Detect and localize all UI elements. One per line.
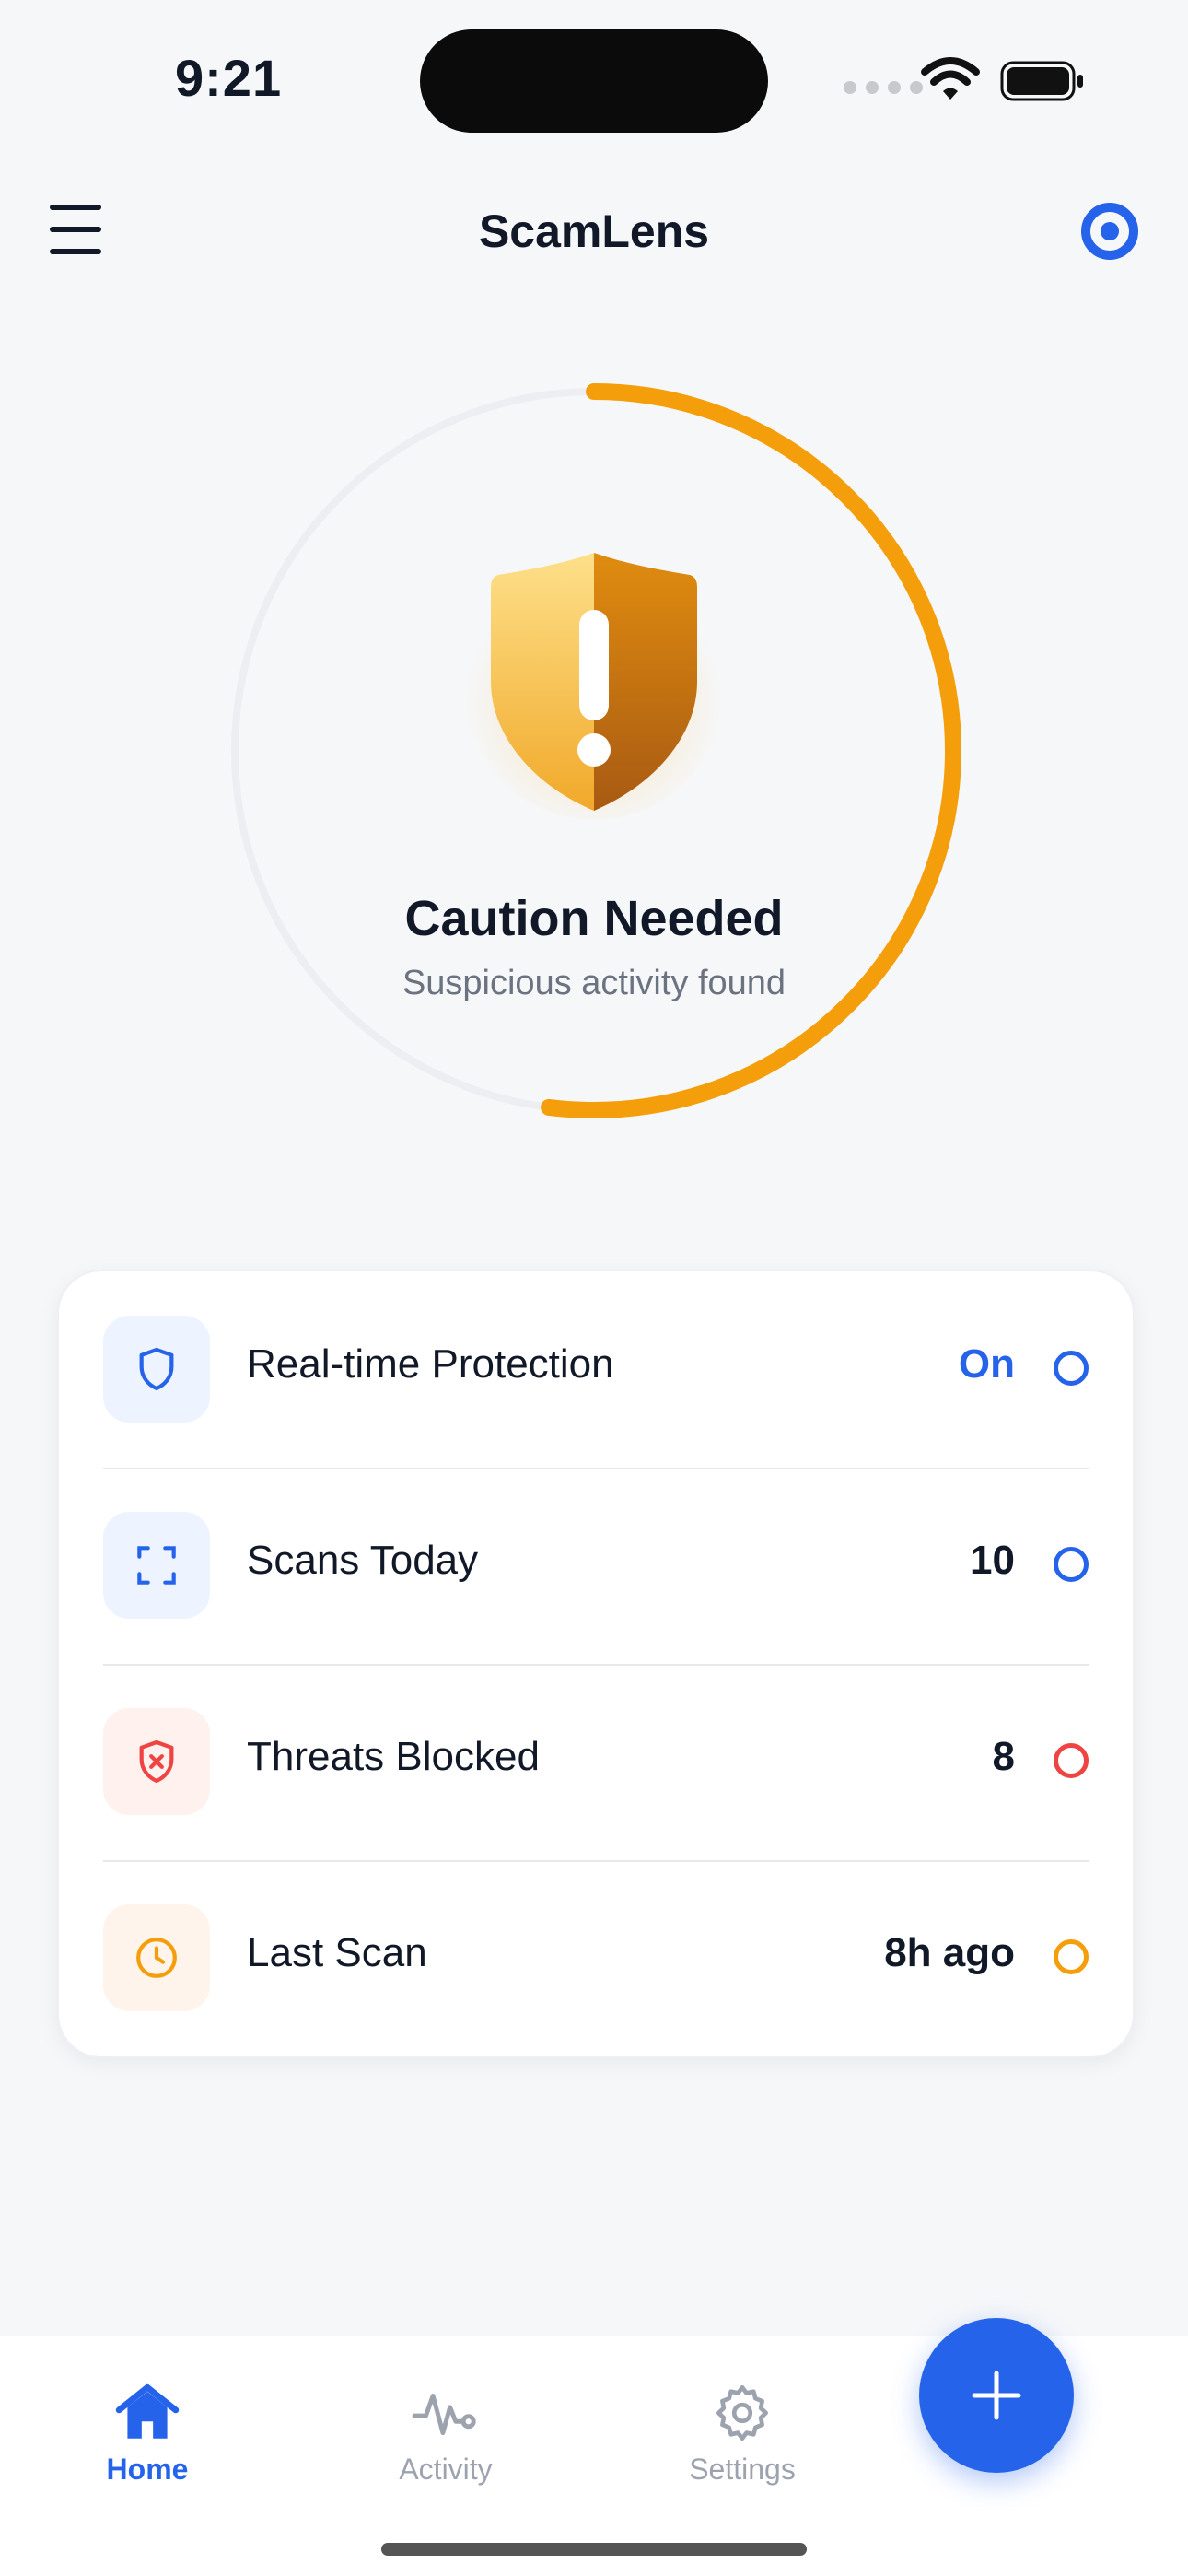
- stat-icon-container: [103, 1708, 210, 1815]
- nav-label: Activity: [399, 2453, 493, 2486]
- activity-icon: [412, 2394, 476, 2436]
- dynamic-island: [420, 29, 768, 133]
- shield-x-icon: [139, 1739, 174, 1784]
- stat-label: Scans Today: [247, 1538, 479, 1583]
- stat-row-scans-today[interactable]: Scans Today 10: [59, 1468, 1133, 1664]
- wifi-icon: [921, 57, 980, 100]
- stat-value: 8h ago: [884, 1930, 1015, 1975]
- stat-row-threats-blocked[interactable]: Threats Blocked 8: [59, 1664, 1133, 1860]
- stat-value: On: [958, 1341, 1015, 1387]
- status-dot: [1054, 1939, 1089, 1974]
- status-dot: [1054, 1743, 1089, 1778]
- stat-row-realtime-protection[interactable]: Real-time Protection On: [59, 1271, 1133, 1468]
- stat-label: Last Scan: [247, 1930, 427, 1975]
- status-subtitle: Suspicious activity found: [402, 964, 786, 1002]
- nav-settings[interactable]: Settings: [650, 2381, 834, 2500]
- plus-icon: [972, 2371, 1021, 2420]
- stat-label: Real-time Protection: [247, 1341, 614, 1387]
- status-dot: [1054, 1547, 1089, 1582]
- clock-icon: [136, 1938, 177, 1978]
- status-time: 9:21: [175, 49, 283, 107]
- app-title: ScamLens: [478, 205, 710, 257]
- stat-value: 10: [970, 1538, 1015, 1583]
- shield-icon: [139, 1347, 174, 1391]
- nav-label: Settings: [689, 2453, 796, 2486]
- stat-value: 8: [992, 1734, 1015, 1779]
- home-icon: [115, 2383, 180, 2439]
- warning-shield-icon: [465, 553, 723, 820]
- cellular-signal-icon: [844, 81, 923, 94]
- status-title: Caution Needed: [404, 891, 784, 946]
- nav-label: Home: [106, 2453, 189, 2486]
- add-scan-button[interactable]: [919, 2318, 1074, 2473]
- stat-icon-container: [103, 1316, 210, 1423]
- target-icon[interactable]: [1079, 201, 1140, 262]
- stats-card: Real-time Protection On Scans Today 10 T…: [57, 1270, 1135, 2058]
- stat-label: Threats Blocked: [247, 1734, 540, 1779]
- nav-home[interactable]: Home: [55, 2381, 239, 2500]
- gear-icon: [716, 2384, 768, 2441]
- stat-row-last-scan[interactable]: Last Scan 8h ago: [59, 1860, 1133, 2056]
- nav-activity[interactable]: Activity: [354, 2381, 538, 2500]
- stat-icon-container: [103, 1512, 210, 1619]
- battery-icon: [1000, 61, 1083, 101]
- status-dot: [1054, 1351, 1089, 1386]
- home-indicator: [381, 2543, 807, 2556]
- stat-icon-container: [103, 1904, 210, 2011]
- scan-frame-icon: [137, 1546, 176, 1585]
